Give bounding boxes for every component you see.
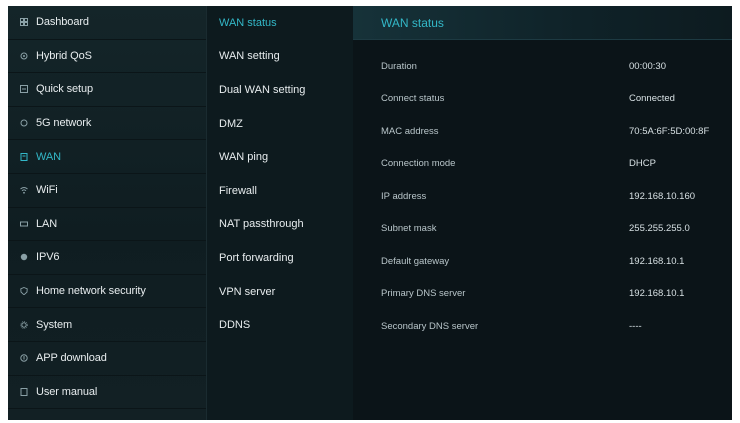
- sidebar-item-label: Home network security: [36, 285, 146, 298]
- page-title: WAN status: [353, 6, 732, 40]
- quick-setup-icon: [20, 85, 28, 94]
- tab-wan-status[interactable]: WAN status: [207, 6, 353, 40]
- tab-firewall[interactable]: Firewall: [207, 174, 353, 208]
- info-value: 192.168.10.1: [629, 255, 685, 267]
- tab-vpn-server[interactable]: VPN server: [207, 275, 353, 309]
- sidebar-item-label: APP download: [36, 352, 107, 365]
- tab-wan-setting[interactable]: WAN setting: [207, 40, 353, 74]
- sidebar-item-label: IPV6: [36, 251, 60, 264]
- qos-icon: [20, 52, 28, 60]
- ipv6-icon: [20, 253, 28, 261]
- info-label: Connection mode: [381, 158, 456, 170]
- sidebar-item-dashboard[interactable]: Dashboard: [8, 6, 206, 40]
- info-row-default-gateway: Default gateway 192.168.10.1: [381, 245, 732, 278]
- sidebar-item-label: System: [36, 318, 73, 331]
- sidebar-item-wan[interactable]: WAN: [8, 140, 206, 174]
- info-value: 192.168.10.1: [629, 288, 685, 300]
- sidebar-item-5g-network[interactable]: 5G network: [8, 107, 206, 141]
- lan-icon: [20, 220, 28, 228]
- wan-icon: [20, 152, 28, 161]
- sidebar-item-label: Hybrid QoS: [36, 49, 92, 62]
- info-row-connect-status: Connect status Connected: [381, 83, 732, 116]
- main-panel: WAN status Duration 00:00:30 Connect sta…: [353, 6, 732, 420]
- sidebar-item-label: Quick setup: [36, 83, 93, 96]
- info-value: ----: [629, 320, 642, 332]
- sidebar-item-label: 5G network: [36, 117, 92, 130]
- info-label: Primary DNS server: [381, 288, 466, 300]
- info-label: MAC address: [381, 125, 439, 137]
- wifi-icon: [20, 186, 28, 194]
- tab-ddns[interactable]: DDNS: [207, 308, 353, 342]
- sidebar-item-quick-setup[interactable]: Quick setup: [8, 73, 206, 107]
- manual-icon: [20, 387, 28, 396]
- tab-wan-ping[interactable]: WAN ping: [207, 140, 353, 174]
- sidebar-item-home-network-security[interactable]: Home network security: [8, 275, 206, 309]
- download-icon: [20, 354, 28, 362]
- sidebar-item-wifi[interactable]: WiFi: [8, 174, 206, 208]
- tab-port-forwarding[interactable]: Port forwarding: [207, 241, 353, 275]
- sidebar-item-system[interactable]: System: [8, 308, 206, 342]
- sidebar-item-lan[interactable]: LAN: [8, 208, 206, 242]
- info-label: Default gateway: [381, 255, 450, 267]
- sidebar-item-label: WAN: [36, 150, 61, 163]
- info-row-mac-address: MAC address 70:5A:6F:5D:00:8F: [381, 115, 732, 148]
- info-label: Subnet mask: [381, 223, 437, 235]
- info-label: Duration: [381, 60, 417, 72]
- info-row-duration: Duration 00:00:30: [381, 50, 732, 83]
- router-admin-window: Dashboard Hybrid QoS Quick setup 5G netw…: [8, 6, 732, 420]
- shield-icon: [20, 287, 28, 296]
- tab-dual-wan-setting[interactable]: Dual WAN setting: [207, 73, 353, 107]
- info-label: IP address: [381, 190, 427, 202]
- info-label: Connect status: [381, 93, 445, 105]
- network-icon: [20, 119, 28, 127]
- info-value: DHCP: [629, 158, 656, 170]
- sidebar-item-hybrid-qos[interactable]: Hybrid QoS: [8, 40, 206, 74]
- info-row-secondary-dns: Secondary DNS server ----: [381, 310, 732, 343]
- wan-submenu: WAN status WAN setting Dual WAN setting …: [206, 6, 353, 420]
- info-value: 70:5A:6F:5D:00:8F: [629, 125, 710, 137]
- info-row-subnet-mask: Subnet mask 255.255.255.0: [381, 213, 732, 246]
- sidebar: Dashboard Hybrid QoS Quick setup 5G netw…: [8, 6, 206, 420]
- dashboard-icon: [20, 18, 28, 27]
- info-value: Connected: [629, 93, 675, 105]
- info-row-primary-dns: Primary DNS server 192.168.10.1: [381, 278, 732, 311]
- sidebar-item-label: Dashboard: [36, 16, 89, 29]
- tab-dmz[interactable]: DMZ: [207, 107, 353, 141]
- info-row-ip-address: IP address 192.168.10.160: [381, 180, 732, 213]
- sidebar-item-ipv6[interactable]: IPV6: [8, 241, 206, 275]
- sidebar-item-label: WiFi: [36, 184, 58, 197]
- info-label: Secondary DNS server: [381, 320, 479, 332]
- tab-nat-passthrough[interactable]: NAT passthrough: [207, 208, 353, 242]
- sidebar-item-label: User manual: [36, 385, 98, 398]
- wan-status-info: Duration 00:00:30 Connect status Connect…: [353, 40, 732, 343]
- info-value: 255.255.255.0: [629, 223, 690, 235]
- info-row-connection-mode: Connection mode DHCP: [381, 148, 732, 181]
- info-value: 00:00:30: [629, 60, 666, 72]
- sidebar-item-label: LAN: [36, 217, 58, 230]
- info-value: 192.168.10.160: [629, 190, 696, 202]
- system-icon: [20, 320, 28, 329]
- sidebar-item-user-manual[interactable]: User manual: [8, 376, 206, 410]
- sidebar-item-app-download[interactable]: APP download: [8, 342, 206, 376]
